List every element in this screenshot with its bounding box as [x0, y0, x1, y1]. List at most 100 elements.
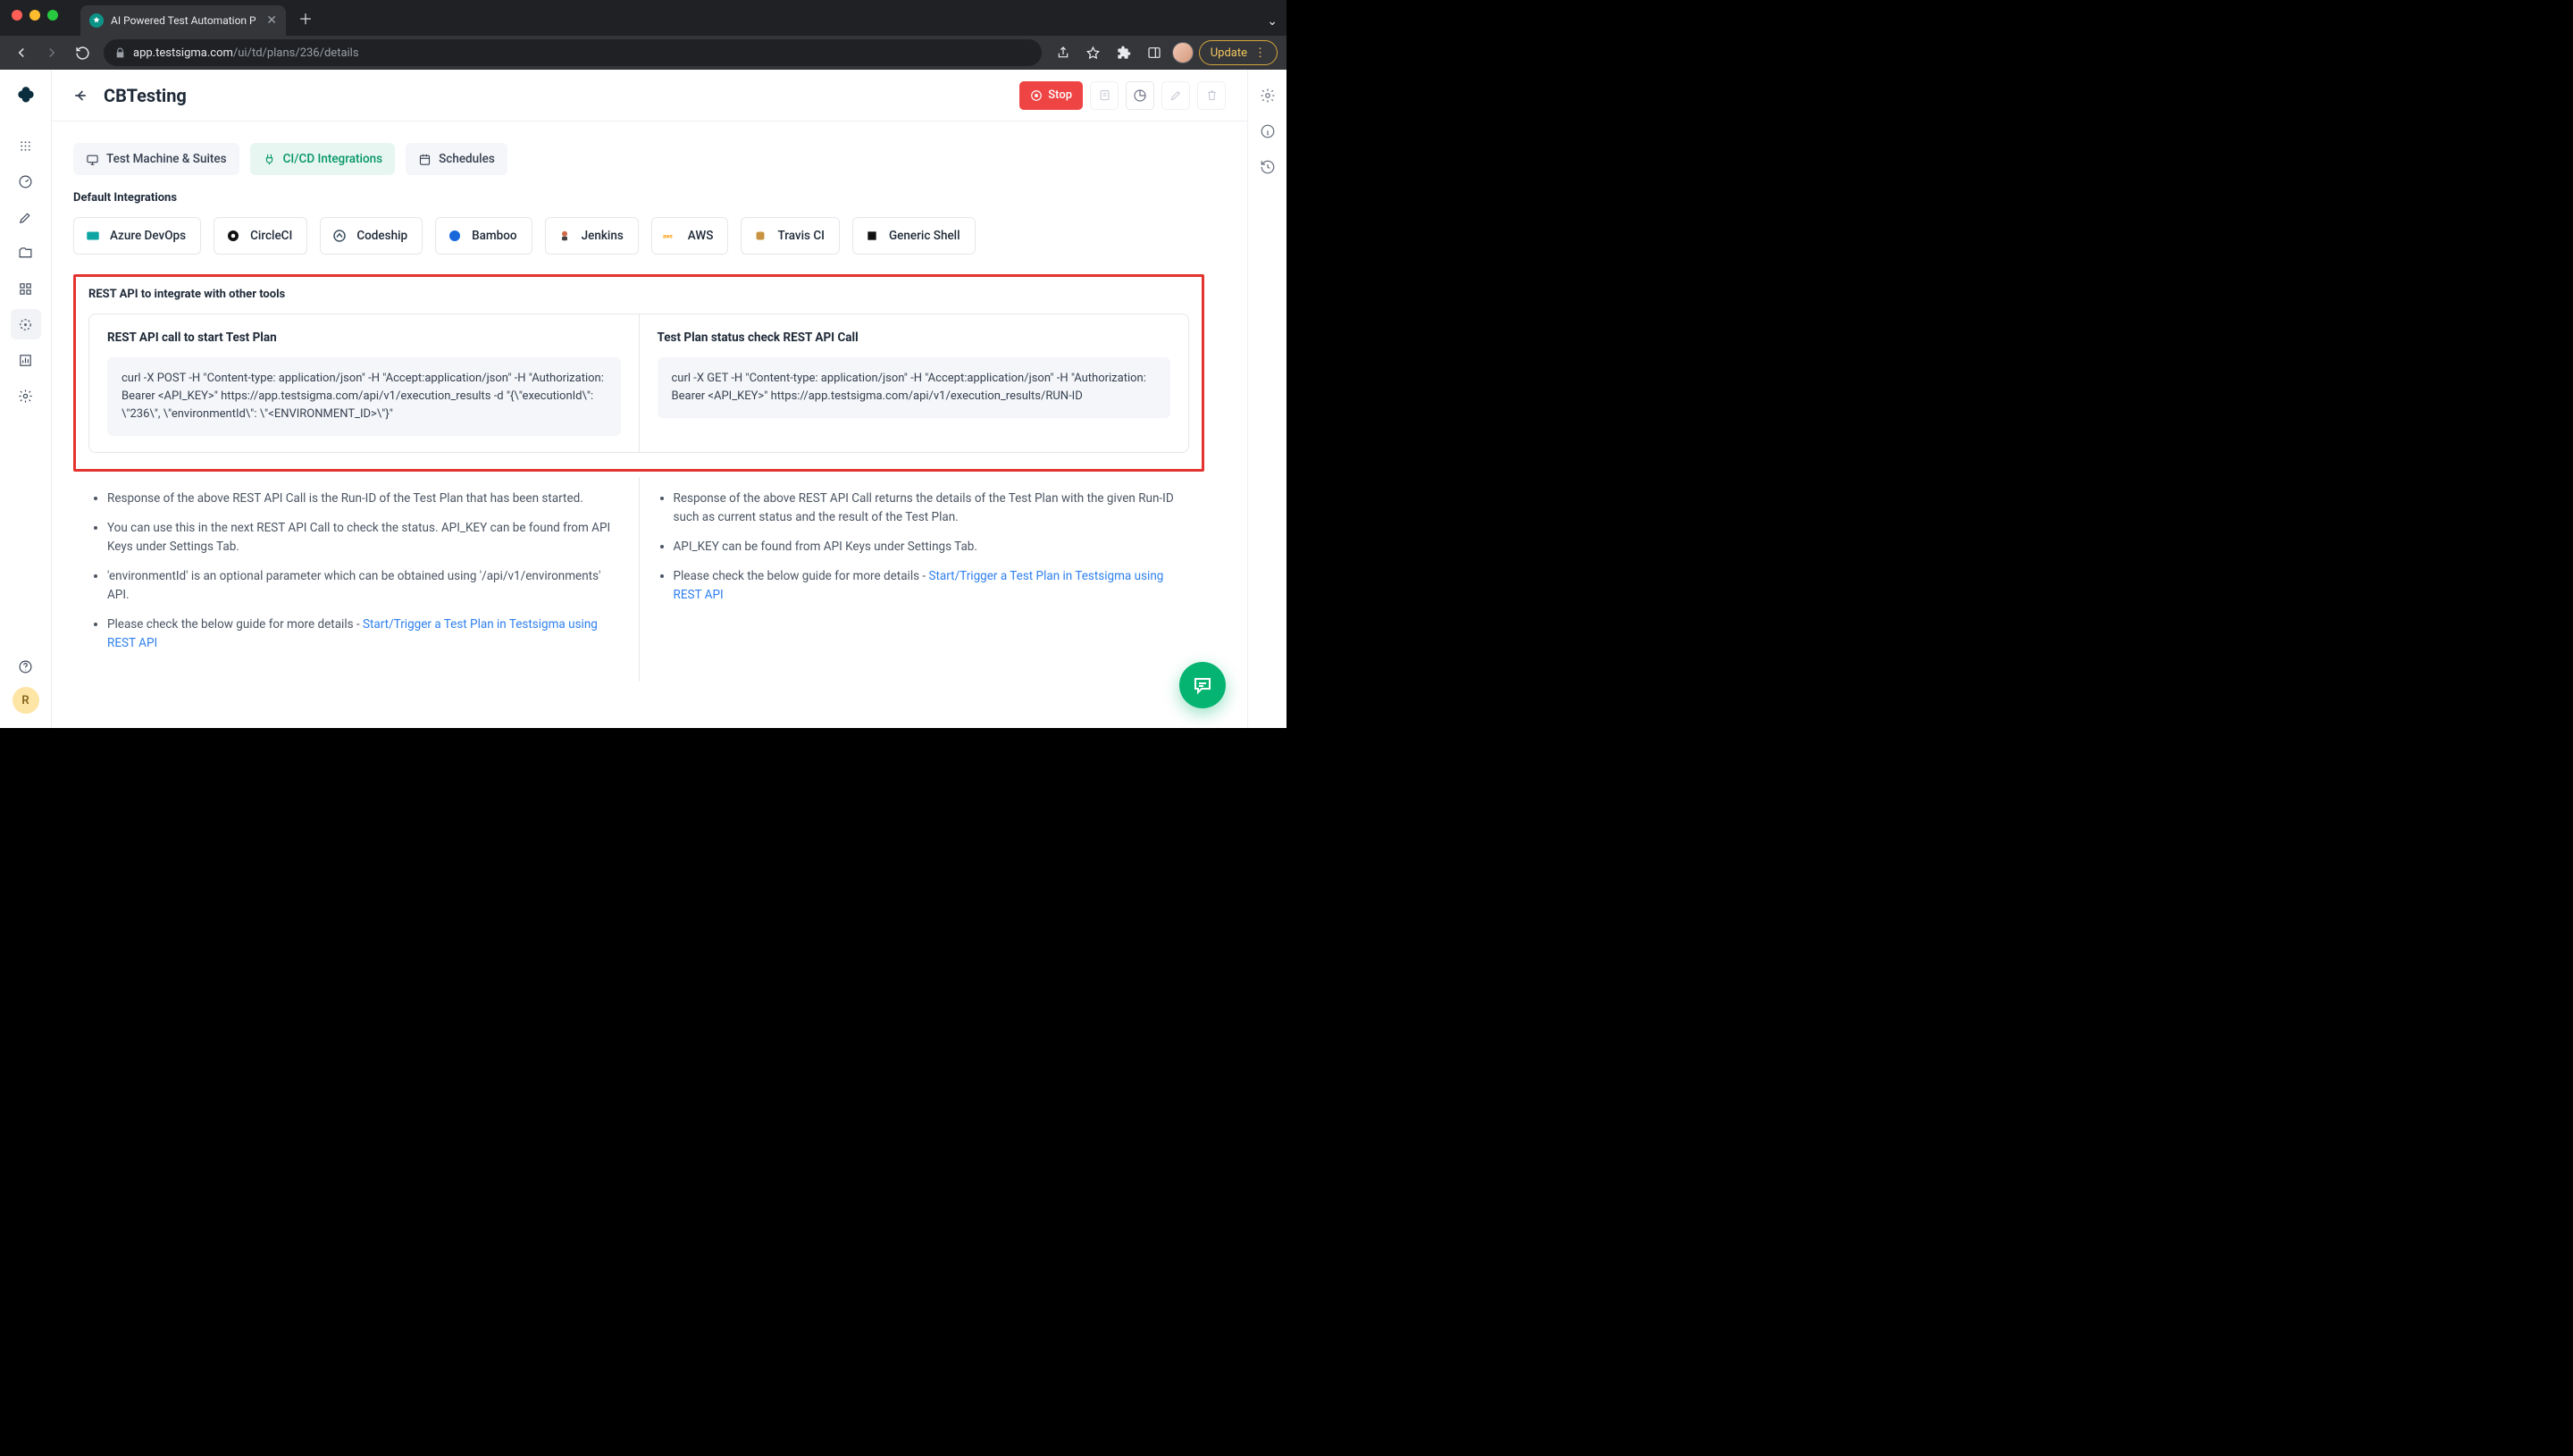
app-logo[interactable]	[12, 82, 40, 111]
header-delete-icon[interactable]	[1197, 81, 1226, 110]
api-start-code[interactable]: curl -X POST -H "Content-type: applicati…	[107, 357, 621, 436]
tab-cicd[interactable]: CI/CD Integrations	[250, 143, 395, 175]
nav-dashboard-icon[interactable]	[11, 166, 41, 197]
extensions-icon[interactable]	[1111, 40, 1136, 65]
integration-aws[interactable]: awsAWS	[651, 217, 729, 255]
integration-codeship[interactable]: Codeship	[320, 217, 423, 255]
codeship-icon	[331, 228, 348, 244]
svg-text:aws: aws	[663, 233, 673, 239]
azure-icon	[85, 228, 101, 244]
api-status-notes: Response of the above REST API Call retu…	[639, 477, 1205, 681]
update-label: Update	[1211, 46, 1247, 60]
panel-icon[interactable]	[1142, 40, 1167, 65]
address-bar[interactable]: app.testsigma.com/ui/td/plans/236/detail…	[104, 39, 1042, 66]
tab-title: AI Powered Test Automation P	[111, 14, 259, 27]
settings-icon[interactable]	[1258, 86, 1278, 105]
rest-api-heading: REST API to integrate with other tools	[88, 288, 1189, 301]
stop-label: Stop	[1048, 88, 1072, 102]
header-actions: Stop	[1019, 81, 1226, 110]
integration-travis[interactable]: Travis CI	[741, 217, 840, 255]
forward-button[interactable]	[39, 40, 64, 65]
integration-bamboo[interactable]: Bamboo	[435, 217, 532, 255]
sub-tabs: Test Machine & Suites CI/CD Integrations…	[73, 143, 1204, 175]
header-note-icon[interactable]	[1090, 81, 1119, 110]
right-rail	[1247, 70, 1286, 728]
nav-folder-icon[interactable]	[11, 238, 41, 268]
nav-help-icon[interactable]	[11, 651, 41, 682]
reload-button[interactable]	[70, 40, 95, 65]
jenkins-icon	[557, 228, 573, 244]
tab-schedules[interactable]: Schedules	[406, 143, 507, 175]
left-nav-rail: R	[0, 70, 52, 728]
close-window-icon[interactable]	[12, 10, 22, 21]
share-icon[interactable]	[1051, 40, 1076, 65]
browser-toolbar: app.testsigma.com/ui/td/plans/236/detail…	[0, 36, 1286, 70]
window-controls	[12, 10, 58, 21]
browser-tab[interactable]: AI Powered Test Automation P ✕	[80, 5, 286, 36]
nav-reports-icon[interactable]	[11, 345, 41, 375]
api-status-code[interactable]: curl -X GET -H "Content-type: applicatio…	[658, 357, 1171, 418]
info-icon[interactable]	[1258, 121, 1278, 141]
tab-overflow-icon[interactable]: ⌄	[1267, 14, 1286, 36]
nav-edit-icon[interactable]	[11, 202, 41, 232]
calendar-icon	[418, 153, 432, 166]
rest-api-highlight-box: REST API to integrate with other tools R…	[73, 274, 1204, 472]
page-header: CBTesting Stop	[52, 70, 1247, 121]
browser-tab-bar: AI Powered Test Automation P ✕ ＋ ⌄	[0, 0, 1286, 36]
api-start-column: REST API call to start Test Plan curl -X…	[89, 314, 639, 452]
shell-icon	[864, 228, 880, 244]
api-status-column: Test Plan status check REST API Call cur…	[639, 314, 1189, 452]
url-text: app.testsigma.com/ui/td/plans/236/detail…	[133, 46, 359, 60]
integration-circleci[interactable]: CircleCI	[214, 217, 307, 255]
new-tab-button[interactable]: ＋	[298, 7, 313, 29]
api-status-title: Test Plan status check REST API Call	[658, 331, 1171, 345]
tab-test-machine[interactable]: Test Machine & Suites	[73, 143, 239, 175]
default-integrations-heading: Default Integrations	[73, 191, 1204, 205]
bookmark-star-icon[interactable]	[1081, 40, 1106, 65]
monitor-icon	[86, 153, 99, 166]
chat-icon	[1192, 674, 1213, 696]
content-area: Test Machine & Suites CI/CD Integrations…	[52, 121, 1247, 728]
api-start-title: REST API call to start Test Plan	[107, 331, 621, 345]
integration-jenkins[interactable]: Jenkins	[545, 217, 639, 255]
nav-settings-icon[interactable]	[11, 381, 41, 411]
api-grid: REST API call to start Test Plan curl -X…	[88, 314, 1189, 453]
list-item: Please check the below guide for more de…	[107, 615, 621, 653]
integration-generic[interactable]: Generic Shell	[852, 217, 976, 255]
app-root: R CBTesting Stop Test Machine & Suites	[0, 70, 1286, 728]
api-notes: Response of the above REST API Call is t…	[73, 477, 1204, 681]
stop-icon	[1030, 89, 1043, 102]
aws-icon: aws	[663, 228, 679, 244]
back-button[interactable]	[9, 40, 34, 65]
user-avatar[interactable]: R	[13, 687, 39, 714]
stop-button[interactable]: Stop	[1019, 81, 1083, 110]
back-arrow-button[interactable]	[70, 85, 91, 106]
header-edit-icon[interactable]	[1161, 81, 1190, 110]
bamboo-icon	[447, 228, 463, 244]
maximize-window-icon[interactable]	[47, 10, 58, 21]
favicon-icon	[89, 13, 104, 28]
integration-azure[interactable]: Azure DevOps	[73, 217, 201, 255]
api-start-notes: Response of the above REST API Call is t…	[73, 477, 639, 681]
integration-cards: Azure DevOps CircleCI Codeship Bamboo Je…	[73, 217, 1204, 255]
chat-fab[interactable]	[1179, 662, 1226, 708]
circleci-icon	[225, 228, 241, 244]
nav-grid-icon[interactable]	[11, 273, 41, 304]
header-chart-icon[interactable]	[1126, 81, 1154, 110]
list-item: You can use this in the next REST API Ca…	[107, 519, 621, 556]
minimize-window-icon[interactable]	[29, 10, 40, 21]
list-item: Response of the above REST API Call retu…	[674, 490, 1187, 527]
travis-icon	[752, 228, 768, 244]
profile-avatar[interactable]	[1172, 42, 1194, 63]
nav-plans-icon[interactable]	[11, 309, 41, 339]
update-button[interactable]: Update ⋮	[1199, 40, 1278, 65]
page-title: CBTesting	[104, 85, 187, 106]
nav-apps-icon[interactable]	[11, 130, 41, 161]
list-item: API_KEY can be found from API Keys under…	[674, 538, 1187, 556]
list-item: Response of the above REST API Call is t…	[107, 490, 621, 508]
history-icon[interactable]	[1258, 157, 1278, 177]
list-item: 'environmentId' is an optional parameter…	[107, 567, 621, 605]
close-tab-icon[interactable]: ✕	[266, 13, 277, 28]
menu-dots-icon: ⋮	[1254, 46, 1266, 60]
lock-icon	[114, 47, 126, 59]
